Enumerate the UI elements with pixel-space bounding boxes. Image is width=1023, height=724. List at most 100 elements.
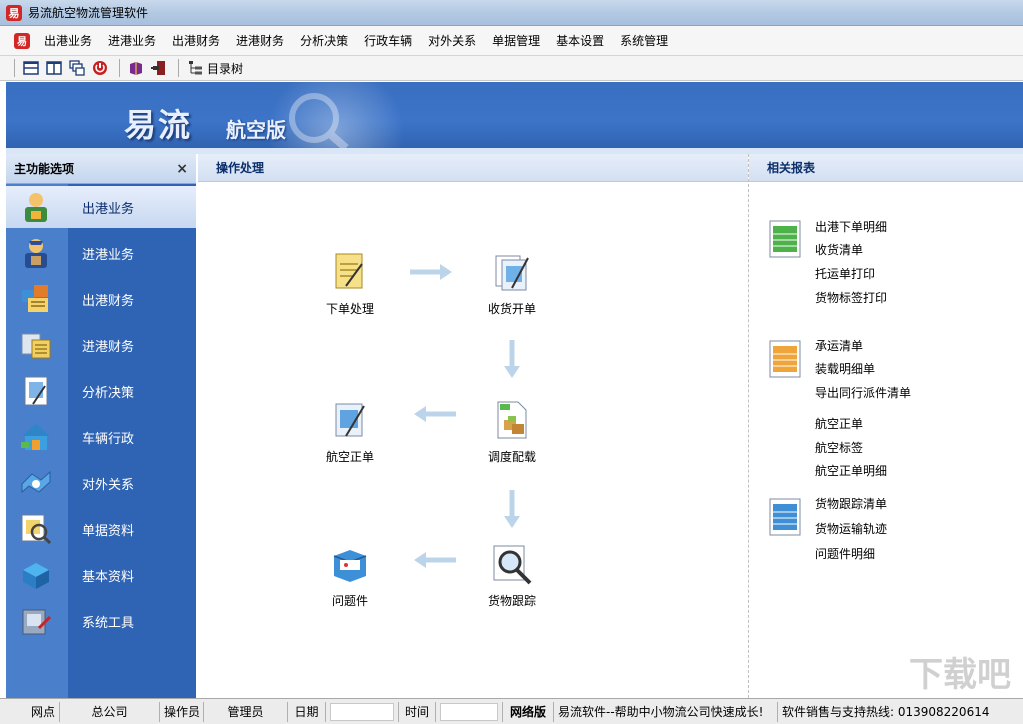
cargo-tracking-icon (493, 545, 532, 585)
report-link-receipt-list[interactable]: 收货清单 (815, 241, 863, 258)
report-link-airway-label[interactable]: 航空标签 (815, 439, 863, 456)
sidebar-item-documents[interactable]: 单据资料 (6, 508, 196, 550)
sidebar-item-inbound-finance[interactable]: 进港财务 (6, 324, 196, 366)
status-hotline: 软件销售与支持热线: 013908220614 (782, 704, 990, 719)
system-tools-icon (18, 603, 54, 639)
menu-app-icon[interactable]: 易 (14, 32, 30, 49)
exit-door-icon (151, 61, 165, 75)
menu-analysis[interactable]: 分析决策 (292, 26, 356, 56)
status-branch-value: 总公司 (60, 701, 160, 722)
directory-tree-button[interactable]: 目录树 (185, 58, 246, 78)
report-link-airway-bill[interactable]: 航空正单 (815, 415, 863, 432)
dispatch-loading-icon (497, 401, 527, 439)
sidebar-item-label: 进港业务 (82, 247, 135, 263)
sidebar-item-label: 出港财务 (82, 293, 135, 309)
order-processing-icon (335, 253, 363, 289)
basic-data-icon (18, 557, 54, 593)
report-link-cargo-tracking-list[interactable]: 货物跟踪清单 (815, 495, 887, 512)
arrow-down-icon (504, 340, 520, 378)
sidebar-item-label: 分析决策 (82, 385, 135, 401)
orange-report-icon (769, 340, 801, 378)
report-link-carrier-list[interactable]: 承运清单 (815, 337, 863, 354)
analysis-icon (18, 373, 54, 409)
sidebar-item-external-relations[interactable]: 对外关系 (6, 462, 196, 504)
dispatch-loading-node[interactable]: 调度配载 (462, 398, 562, 465)
report-link-consignment-print[interactable]: 托运单打印 (815, 265, 875, 282)
status-time-value (440, 702, 498, 721)
reports-title: 相关报表 (767, 161, 816, 175)
problem-item-icon (333, 550, 367, 582)
airway-bill-node[interactable]: 航空正单 (300, 398, 400, 465)
sidebar-item-analysis[interactable]: 分析决策 (6, 370, 196, 412)
sidebar-item-outbound-business[interactable]: 出港业务 (6, 186, 196, 228)
report-link-cargo-transport-trail[interactable]: 货物运输轨迹 (815, 520, 887, 537)
receive-billing-label: 收货开单 (487, 302, 536, 316)
arrow-right-icon (410, 264, 452, 280)
menu-basic-settings[interactable]: 基本设置 (548, 26, 612, 56)
status-bar: 网点 总公司 操作员 管理员 日期 时间 网络版 易流软件--帮助中小物流公司快… (0, 698, 1023, 724)
report-link-export-peer-delivery[interactable]: 导出同行派件清单 (815, 384, 911, 401)
sidebar-item-vehicle-admin[interactable]: 车辆行政 (6, 416, 196, 458)
menu-external-relations[interactable]: 对外关系 (420, 26, 484, 56)
status-operator-label: 操作员 (160, 701, 204, 722)
menu-document-management[interactable]: 单据管理 (484, 26, 548, 56)
report-link-airway-bill-detail[interactable]: 航空正单明细 (815, 462, 887, 479)
operations-title: 操作处理 (216, 161, 265, 175)
external-relations-icon (18, 465, 54, 501)
menu-bar: 易 出港业务 进港业务 出港财务 进港财务 分析决策 行政车辆 对外关系 单据管… (0, 26, 1023, 56)
menu-admin-vehicles[interactable]: 行政车辆 (356, 26, 420, 56)
cargo-tracking-label: 货物跟踪 (487, 594, 536, 608)
toolbar-separator (178, 59, 179, 77)
toolbar-separator (119, 59, 120, 77)
banner-edition: 航空版 (226, 118, 286, 142)
report-link-outbound-order-detail[interactable]: 出港下单明细 (815, 218, 887, 235)
watermark: 下载吧 (909, 655, 1011, 695)
cascade-button[interactable] (67, 58, 87, 78)
tile-horizontal-icon (23, 61, 39, 75)
reports-header: 相关报表 (749, 154, 1023, 182)
sidebar-item-outbound-finance[interactable]: 出港财务 (6, 278, 196, 320)
sidebar-item-label: 进港财务 (82, 339, 135, 355)
inbound-business-icon (18, 235, 54, 271)
sidebar-item-inbound-business[interactable]: 进港业务 (6, 232, 196, 274)
status-edition-label: 网络版 (502, 701, 554, 722)
menu-outbound-finance[interactable]: 出港财务 (164, 26, 228, 56)
tile-vertical-icon (46, 61, 62, 75)
power-button[interactable] (90, 58, 110, 78)
main-function-sidebar: 主功能选项 × 出港业务 进港业务 出港财务 进港财务 分析决策 车辆行政 对外… (6, 154, 196, 698)
cargo-tracking-node[interactable]: 货物跟踪 (462, 542, 562, 609)
dispatch-loading-label: 调度配载 (487, 450, 536, 464)
order-processing-node[interactable]: 下单处理 (300, 250, 400, 317)
menu-system-management[interactable]: 系统管理 (612, 26, 676, 56)
tile-vertical-button[interactable] (44, 58, 64, 78)
menu-outbound-business[interactable]: 出港业务 (36, 26, 100, 56)
report-link-problem-item-detail[interactable]: 问题件明细 (815, 545, 875, 562)
documents-icon (18, 511, 54, 547)
sidebar-close-button[interactable]: × (176, 161, 188, 177)
status-slogan: 易流软件--帮助中小物流公司快速成长! (554, 701, 778, 722)
window-title: 易流航空物流管理软件 (28, 6, 149, 20)
menu-inbound-business[interactable]: 进港业务 (100, 26, 164, 56)
sidebar-item-label: 系统工具 (82, 615, 135, 631)
sidebar-item-label: 单据资料 (82, 523, 135, 539)
problem-item-node[interactable]: 问题件 (300, 542, 400, 609)
report-link-cargo-label-print[interactable]: 货物标签打印 (815, 289, 887, 306)
exit-button[interactable] (149, 58, 169, 78)
outbound-business-icon (18, 189, 54, 225)
green-report-icon (769, 220, 801, 258)
report-link-loading-detail[interactable]: 装载明细单 (815, 360, 875, 377)
sidebar-item-label: 基本资料 (82, 569, 135, 585)
receive-billing-icon (495, 255, 529, 291)
title-bar: 易 易流航空物流管理软件 (0, 0, 1023, 26)
tree-icon (189, 61, 202, 75)
sidebar-item-label: 出港业务 (82, 201, 135, 217)
cascade-icon (69, 60, 85, 76)
help-book-button[interactable] (126, 58, 146, 78)
receive-billing-node[interactable]: 收货开单 (462, 250, 562, 317)
blue-report-icon (769, 498, 801, 536)
status-operator-value: 管理员 (204, 701, 288, 722)
sidebar-item-basic-data[interactable]: 基本资料 (6, 554, 196, 596)
tile-horizontal-button[interactable] (21, 58, 41, 78)
sidebar-item-system-tools[interactable]: 系统工具 (6, 600, 196, 642)
menu-inbound-finance[interactable]: 进港财务 (228, 26, 292, 56)
